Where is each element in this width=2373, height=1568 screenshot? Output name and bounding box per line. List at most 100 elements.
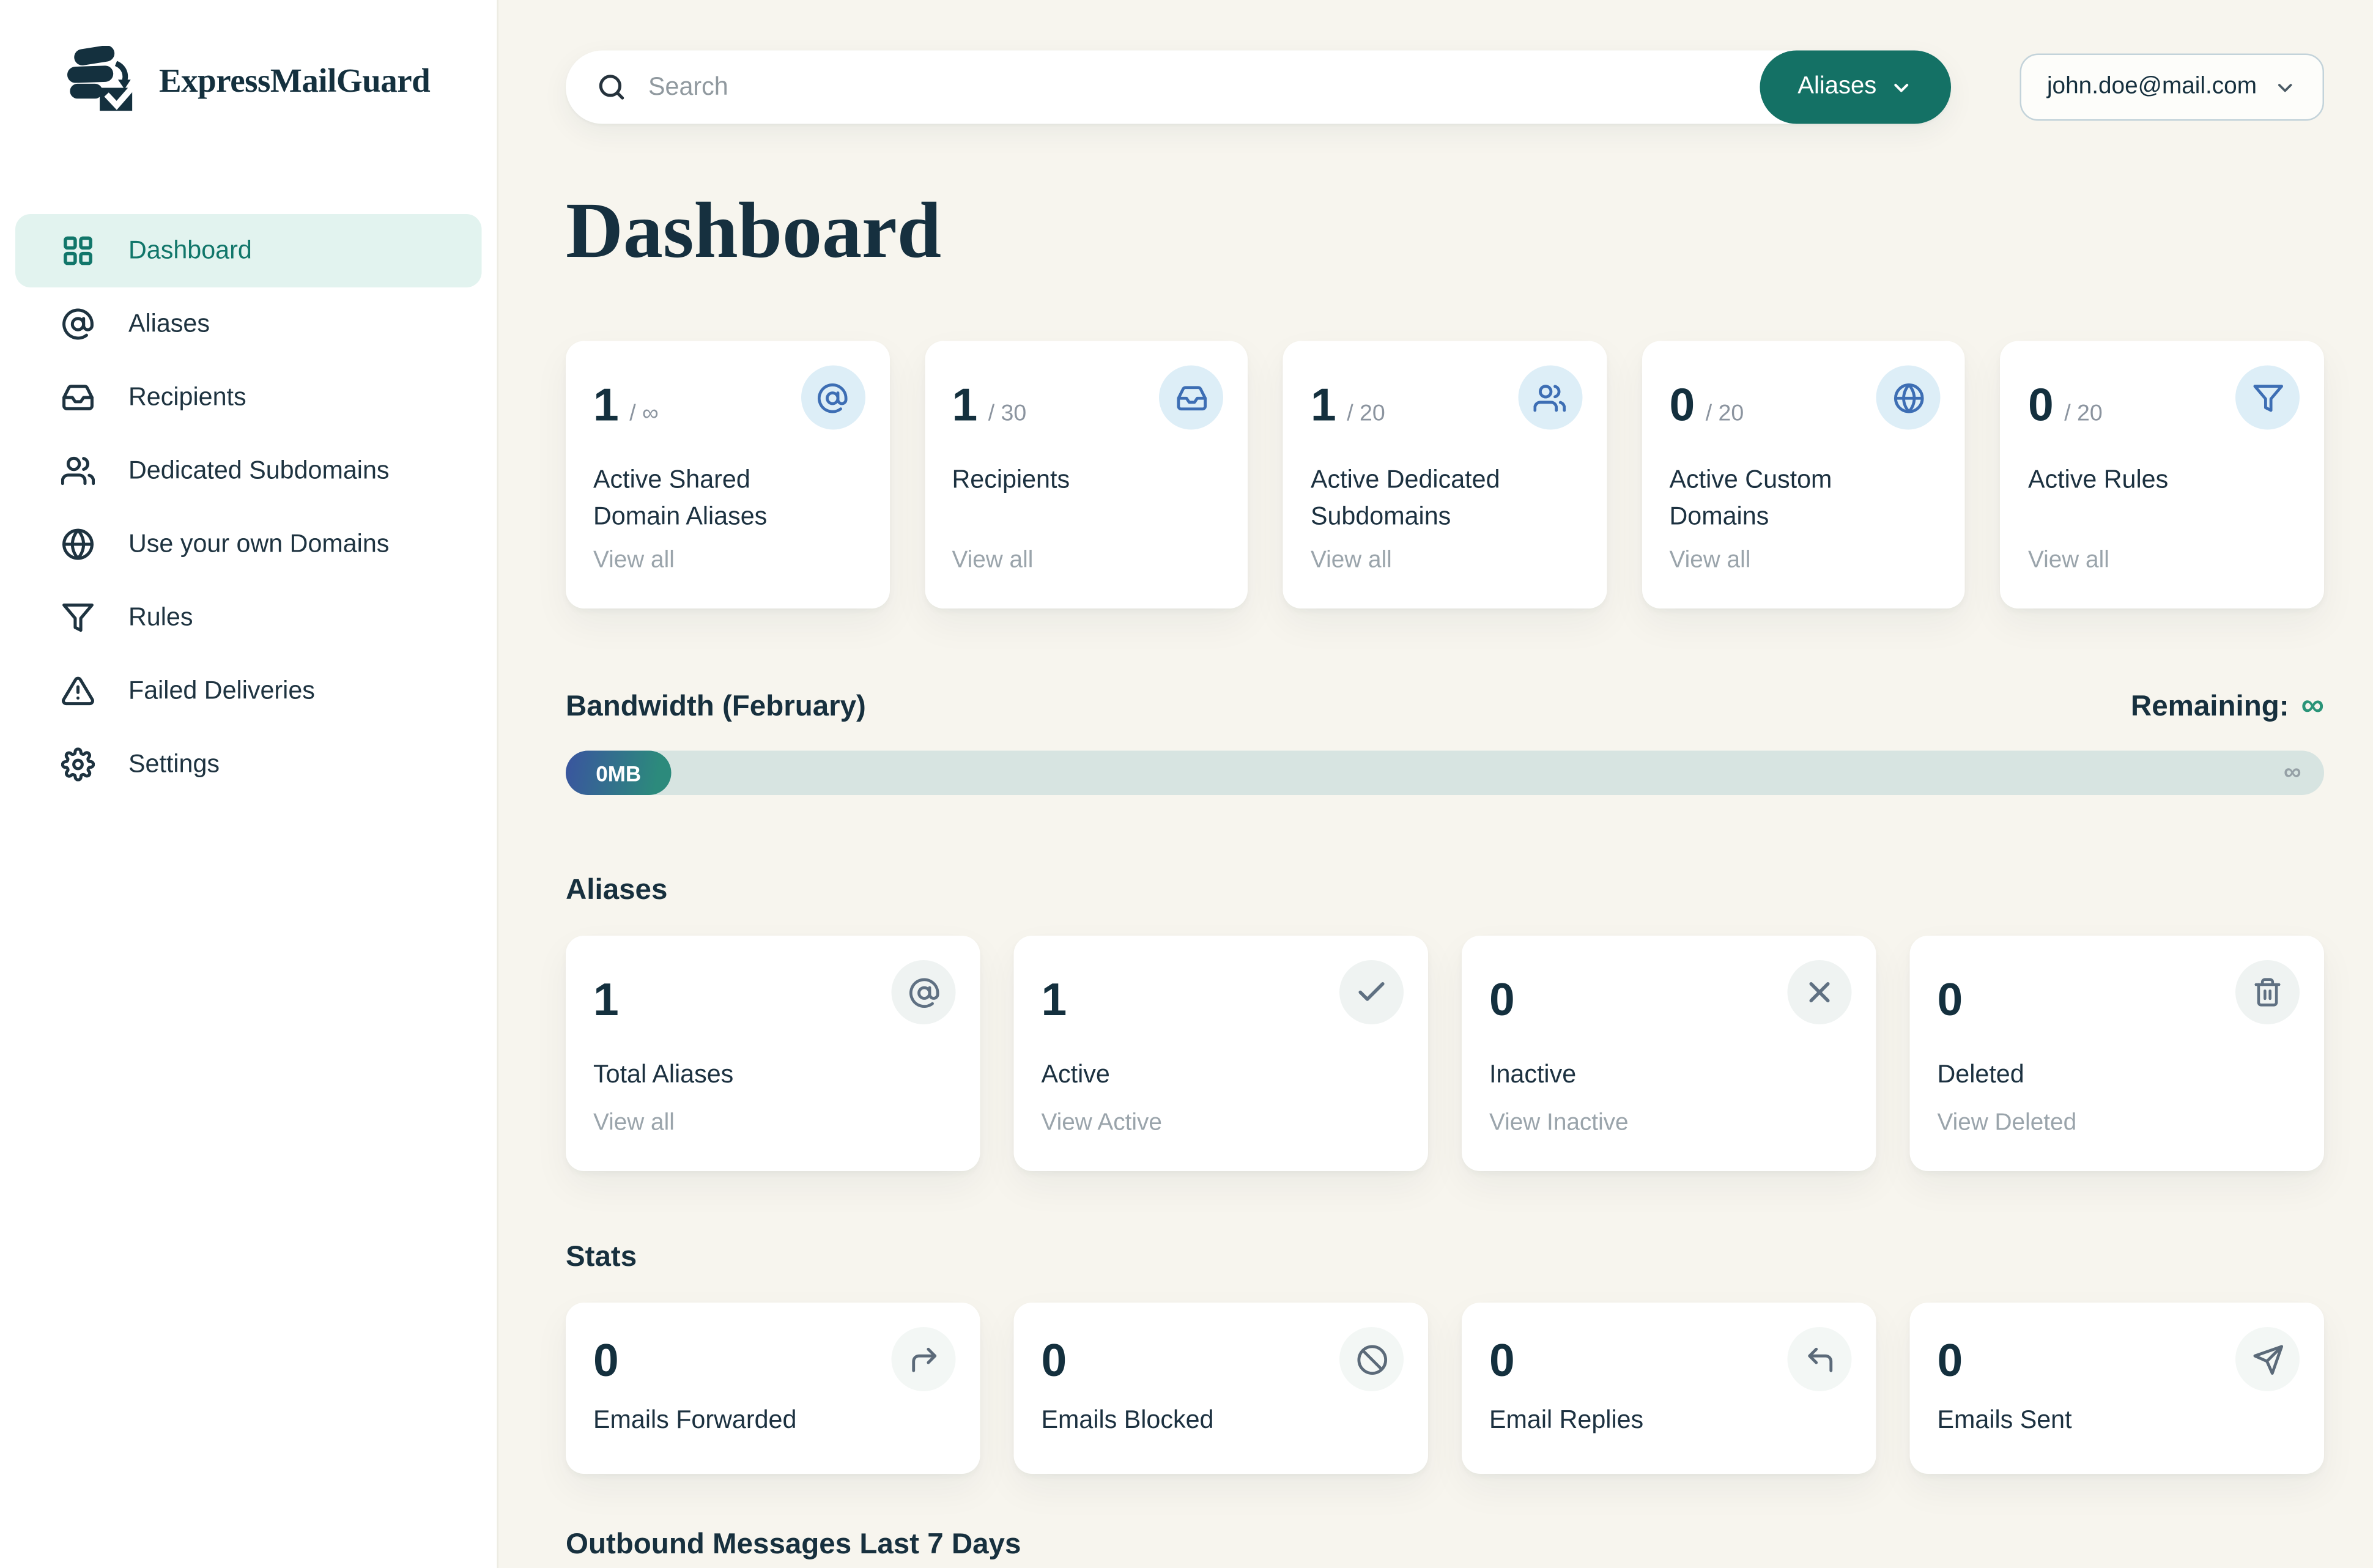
chevron-down-icon [2274,76,2297,99]
globe-icon [61,528,95,561]
card-value: 0 [1042,1336,1067,1388]
reply-arrow-icon [1788,1327,1852,1391]
card-title: Active Rules [2028,464,2297,500]
view-all-link[interactable]: View all [2028,547,2297,575]
card-title: Emails Forwarded [593,1404,953,1441]
x-icon [1788,960,1852,1024]
alias-card-inactive: 0 Inactive View Inactive [1462,936,1876,1171]
users-icon [1518,366,1582,430]
users-icon [61,454,95,488]
card-value: 0 [1489,975,1515,1027]
sidebar-item-label: Rules [128,603,193,632]
card-value: 1 [1042,975,1067,1027]
card-title: Emails Blocked [1042,1404,1401,1441]
card-value: 0 [2028,381,2054,433]
bandwidth-used-badge: 0MB [566,751,672,796]
sidebar-item-dashboard[interactable]: Dashboard [15,214,482,287]
card-limit: / 20 [1347,401,1385,427]
at-sign-icon [892,960,956,1024]
card-title: Total Aliases [593,1058,953,1095]
gear-icon [61,748,95,782]
sidebar: ExpressMailGuard Dashboard Aliases Recip… [0,0,498,1568]
brand-logo-icon [64,46,141,116]
search-input[interactable] [648,73,1737,102]
bandwidth-title: Bandwidth (February) [566,691,866,725]
card-limit: / 20 [2064,401,2103,427]
stat-card-blocked: 0 Emails Blocked [1014,1303,1429,1474]
view-inactive-link[interactable]: View Inactive [1489,1110,1849,1137]
chevron-down-icon [1890,76,1914,99]
sidebar-item-own-domains[interactable]: Use your own Domains [15,508,482,581]
card-value: 0 [593,1336,619,1388]
view-deleted-link[interactable]: View Deleted [1938,1110,2297,1137]
card-title: Emails Sent [1938,1404,2297,1441]
card-value: 0 [1938,1336,1963,1388]
search-bar: Aliases [566,51,1951,124]
send-icon [2235,1327,2300,1391]
inbox-icon [61,381,95,415]
summary-card-rules: 0 / 20 Active Rules View all [2001,341,2324,609]
card-value: 0 [1489,1336,1515,1388]
bandwidth-progressbar: 0MB ∞ [566,751,2324,796]
brand-logo[interactable]: ExpressMailGuard [15,46,482,116]
outbound-messages-title: Outbound Messages Last 7 Days [566,1529,2324,1562]
view-all-link[interactable]: View all [593,1110,953,1137]
sidebar-item-label: Dedicated Subdomains [128,456,390,486]
app: ExpressMailGuard Dashboard Aliases Recip… [0,0,2373,1568]
card-limit: / 20 [1706,401,1744,427]
summary-cards: 1/ ∞ Active Shared Domain Aliases View a… [566,341,2324,609]
sidebar-item-settings[interactable]: Settings [15,728,482,801]
alias-card-active: 1 Active View Active [1014,936,1429,1171]
sidebar-item-label: Dashboard [128,236,252,265]
bandwidth-remaining: Remaining: ∞ [2131,688,2324,725]
view-all-link[interactable]: View all [1669,547,1938,575]
brand-name: ExpressMailGuard [159,61,430,101]
sidebar-item-failed-deliveries[interactable]: Failed Deliveries [15,654,482,728]
at-sign-icon [801,366,865,430]
view-all-link[interactable]: View all [593,547,862,575]
search-scope-label: Aliases [1797,73,1876,101]
sidebar-item-label: Failed Deliveries [128,676,315,706]
page-title: Dashboard [566,188,2324,276]
filter-icon [61,601,95,635]
user-email: john.doe@mail.com [2047,73,2257,101]
alias-card-total: 1 Total Aliases View all [566,936,980,1171]
card-title: Active [1042,1058,1401,1095]
search-scope-dropdown[interactable]: Aliases [1760,51,1952,124]
stat-card-replies: 0 Email Replies [1462,1303,1876,1474]
card-value: 1 [593,381,619,433]
view-all-link[interactable]: View all [952,547,1220,575]
infinity-icon: ∞ [2284,760,2301,787]
sidebar-item-recipients[interactable]: Recipients [15,361,482,434]
trash-icon [2235,960,2300,1024]
search-icon [596,72,627,103]
card-title: Active Dedicated Subdomains [1311,464,1579,537]
main-content: Aliases john.doe@mail.com Dashboard 1 / ∞ [498,0,2373,1568]
check-icon [1339,960,1404,1024]
at-sign-icon [61,308,95,341]
card-value: 0 [1938,975,1963,1027]
sidebar-item-rules[interactable]: Rules [15,581,482,654]
sidebar-item-aliases[interactable]: Aliases [15,287,482,361]
card-title: Deleted [1938,1058,2297,1095]
view-active-link[interactable]: View Active [1042,1110,1401,1137]
card-limit: / ∞ [629,401,659,427]
sidebar-item-dedicated-subdomains[interactable]: Dedicated Subdomains [15,434,482,508]
card-value: 1 [593,975,619,1027]
summary-card-dedicated-subdomains: 1 / 20 Active Dedicated Subdomains View a… [1283,341,1607,609]
card-title: Email Replies [1489,1404,1849,1441]
card-value: 0 [1669,381,1695,433]
card-value: 1 [1311,381,1336,433]
summary-card-custom-domains: 0 / 20 Active Custom Domains View all [1642,341,1965,609]
sidebar-nav: Dashboard Aliases Recipients Dedicated S… [15,214,482,801]
bandwidth-section: Bandwidth (February) Remaining: ∞ 0MB ∞ [566,688,2324,795]
topbar: Aliases john.doe@mail.com [566,51,2324,124]
filter-icon [2235,366,2300,430]
user-menu[interactable]: john.doe@mail.com [2019,54,2324,121]
alias-card-deleted: 0 Deleted View Deleted [1910,936,2325,1171]
card-title: Active Custom Domains [1669,464,1938,537]
stats-section-title: Stats [566,1241,2324,1275]
view-all-link[interactable]: View all [1311,547,1579,575]
infinity-icon: ∞ [2301,688,2324,725]
aliases-section-title: Aliases [566,875,2324,908]
